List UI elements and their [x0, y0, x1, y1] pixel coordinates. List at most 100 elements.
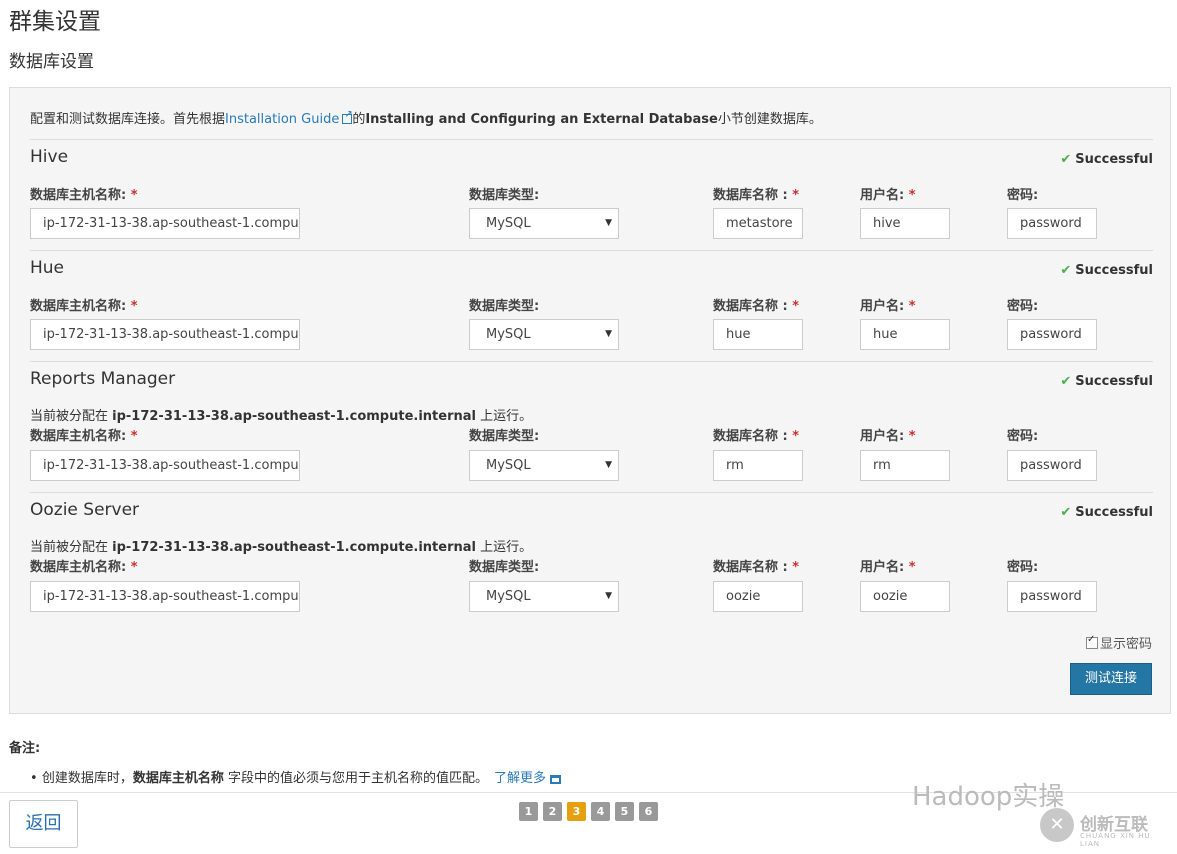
status-text: Successful	[1075, 152, 1153, 167]
required-mark: *	[130, 188, 138, 203]
user-label: 用户名: *	[860, 184, 916, 203]
password-label: 密码:	[1007, 429, 1039, 444]
service-name: Reports Manager	[30, 369, 176, 389]
host-label: 数据库主机名称: *	[30, 295, 138, 314]
host-input[interactable]: ip-172-31-13-38.ap-southeast-1.comput	[30, 450, 300, 481]
status-badge: ✔ Successful	[1060, 263, 1153, 278]
host-label: 数据库主机名称: *	[30, 184, 138, 203]
password-input[interactable]: password	[1007, 450, 1097, 481]
username-input[interactable]: oozie	[860, 581, 950, 612]
required-mark: *	[130, 560, 138, 575]
service-hue: Hue ✔ Successful 数据库主机名称: * 数据库类型: 数据库名称 …	[30, 251, 1153, 361]
caret-down-icon: ▼	[605, 329, 612, 339]
note-suffix: 字段中的值必须与您用于主机名称的值匹配。	[223, 771, 488, 786]
password-label: 密码:	[1007, 560, 1039, 575]
back-button[interactable]: 返回	[9, 800, 78, 848]
assigned-host-text: 当前被分配在 ip-172-31-13-38.ap-southeast-1.co…	[30, 405, 532, 424]
brand-sub: CHUANG XIN HU LIAN	[1080, 832, 1151, 848]
label-text: 数据库主机名称:	[30, 429, 127, 444]
username-input[interactable]: hive	[860, 208, 950, 239]
password-label: 密码:	[1007, 299, 1039, 314]
check-icon: ✔	[1060, 374, 1072, 389]
status-badge: ✔ Successful	[1060, 374, 1153, 389]
test-connection-button[interactable]: 测试连接	[1070, 663, 1152, 695]
select-value: MySQL	[486, 327, 531, 342]
type-label: 数据库类型:	[469, 560, 540, 575]
dbname-input[interactable]: metastore	[713, 208, 803, 239]
service-name: Hive	[30, 147, 69, 167]
user-label: 用户名: *	[860, 425, 916, 444]
status-text: Successful	[1075, 374, 1153, 389]
assigned-prefix: 当前被分配在	[30, 409, 113, 424]
label-text: 数据库名称 :	[713, 429, 788, 444]
select-value: MySQL	[486, 589, 531, 604]
caret-down-icon: ▼	[605, 591, 612, 601]
dbname-label: 数据库名称 : *	[713, 295, 799, 314]
status-text: Successful	[1075, 505, 1153, 520]
checkbox-checked-icon[interactable]	[1085, 634, 1098, 649]
host-input[interactable]: ip-172-31-13-38.ap-southeast-1.comput	[30, 581, 300, 612]
dbname-input[interactable]: hue	[713, 319, 803, 350]
username-input[interactable]: rm	[860, 450, 950, 481]
username-input[interactable]: hue	[860, 319, 950, 350]
show-password-label: 显示密码	[1099, 637, 1152, 652]
dbname-input[interactable]: oozie	[713, 581, 803, 612]
type-label: 数据库类型:	[469, 188, 540, 203]
caret-down-icon: ▼	[605, 460, 612, 470]
label-text: 用户名:	[860, 560, 905, 575]
password-label: 密码:	[1007, 188, 1039, 203]
dbname-input[interactable]: rm	[713, 450, 803, 481]
db-type-select[interactable]: MySQL ▼	[469, 319, 619, 350]
check-icon: ✔	[1060, 505, 1072, 520]
service-name: Oozie Server	[30, 500, 140, 520]
step-3-active[interactable]: 3	[567, 802, 586, 821]
type-label: 数据库类型:	[469, 429, 540, 444]
label-text: 数据库名称 :	[713, 188, 788, 203]
label-text: 数据库名称 :	[713, 299, 788, 314]
notes-title: 备注:	[9, 741, 41, 756]
installation-guide-link[interactable]: Installation Guide	[225, 112, 339, 127]
user-label: 用户名: *	[860, 295, 916, 314]
type-label: 数据库类型:	[469, 299, 540, 314]
assigned-suffix: 上运行。	[475, 540, 533, 555]
label-text: 用户名:	[860, 299, 905, 314]
required-mark: *	[792, 560, 800, 575]
required-mark: *	[792, 429, 800, 444]
password-input[interactable]: password	[1007, 208, 1097, 239]
label-text: 用户名:	[860, 429, 905, 444]
db-type-select[interactable]: MySQL ▼	[469, 450, 619, 481]
show-password-toggle[interactable]: 显示密码	[1085, 633, 1152, 652]
password-input[interactable]: password	[1007, 319, 1097, 350]
step-5[interactable]: 5	[615, 802, 634, 821]
host-label: 数据库主机名称: *	[30, 425, 138, 444]
step-1[interactable]: 1	[519, 802, 538, 821]
host-input[interactable]: ip-172-31-13-38.ap-southeast-1.comput	[30, 208, 300, 239]
required-mark: *	[908, 299, 916, 314]
service-reports-manager: Reports Manager ✔ Successful 当前被分配在 ip-17…	[30, 362, 1153, 492]
assigned-prefix: 当前被分配在	[30, 540, 113, 555]
learn-more-link[interactable]: 了解更多	[494, 771, 546, 786]
caret-down-icon: ▼	[605, 218, 612, 228]
db-type-select[interactable]: MySQL ▼	[469, 581, 619, 612]
select-value: MySQL	[486, 458, 531, 473]
label-text: 数据库主机名称:	[30, 299, 127, 314]
step-2[interactable]: 2	[543, 802, 562, 821]
intro-middle: 的	[352, 112, 366, 127]
step-4[interactable]: 4	[591, 802, 610, 821]
db-type-select[interactable]: MySQL ▼	[469, 208, 619, 239]
note-bold: 数据库主机名称	[132, 771, 224, 786]
note-list-item: • 创建数据库时，数据库主机名称 字段中的值必须与您用于主机名称的值匹配。 了解更…	[30, 767, 561, 786]
external-link-icon	[342, 109, 353, 124]
window-icon	[550, 775, 561, 784]
watermark-brand: ✕ 创新互联 CHUANG XIN HU LIAN	[1040, 806, 1170, 848]
host-input[interactable]: ip-172-31-13-38.ap-southeast-1.comput	[30, 319, 300, 350]
assigned-suffix: 上运行。	[475, 409, 533, 424]
page-title: 群集设置	[9, 9, 101, 35]
service-name: Hue	[30, 258, 65, 278]
status-badge: ✔ Successful	[1060, 152, 1153, 167]
dbname-label: 数据库名称 : *	[713, 184, 799, 203]
section-title: 数据库设置	[9, 52, 94, 72]
step-6[interactable]: 6	[639, 802, 658, 821]
password-input[interactable]: password	[1007, 581, 1097, 612]
brand-logo-icon: ✕	[1040, 808, 1074, 842]
